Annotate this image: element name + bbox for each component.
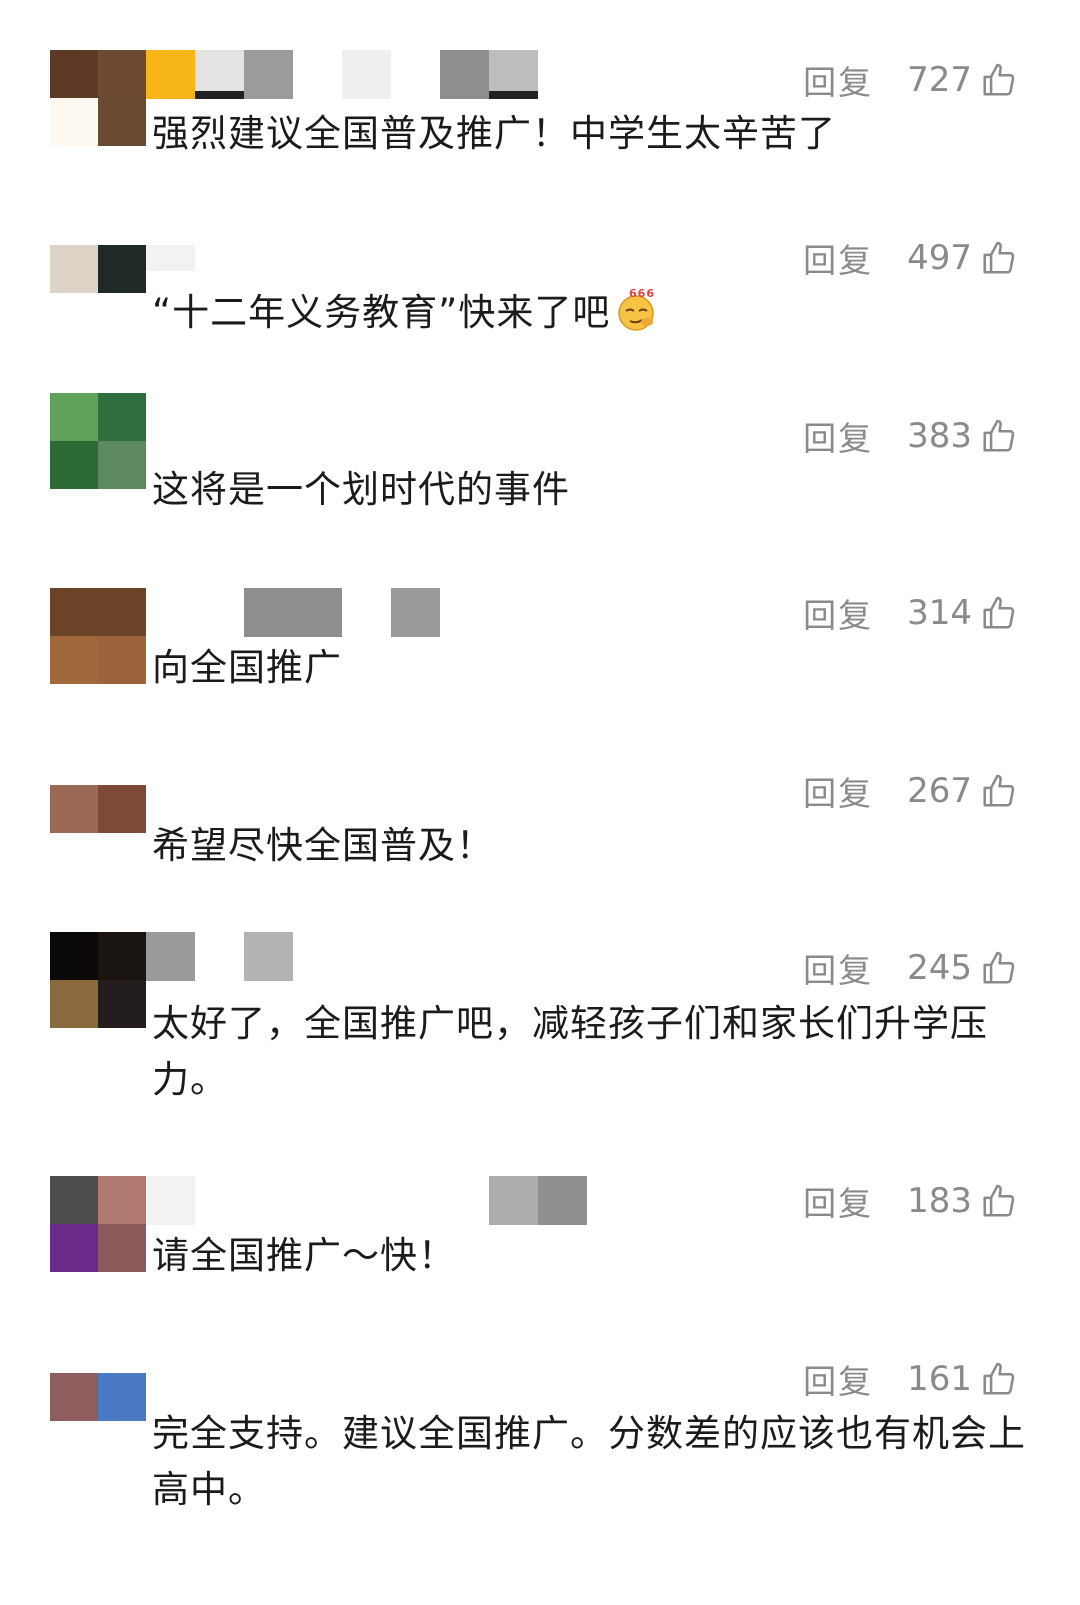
avatar[interactable] bbox=[50, 393, 146, 489]
reply-button[interactable]: 回复 bbox=[803, 234, 873, 282]
thumbs-up-icon[interactable] bbox=[980, 239, 1018, 277]
comment-text: 请全国推广～快！ bbox=[152, 1234, 456, 1277]
comment-text: 向全国推广 bbox=[152, 646, 342, 689]
like-count: 497 bbox=[907, 238, 972, 278]
thumbs-up-icon[interactable] bbox=[980, 1360, 1018, 1398]
comment-text: 太好了，全国推广吧，减轻孩子们和家长们升学压力。 bbox=[152, 1002, 988, 1101]
comment-text-row: “十二年义务教育”快来了吧 666 bbox=[152, 285, 1032, 341]
avatar[interactable] bbox=[50, 1176, 146, 1272]
comment-text: 这将是一个划时代的事件 bbox=[152, 468, 570, 511]
username-blurred[interactable] bbox=[146, 588, 440, 640]
comment-actions: 回复 314 bbox=[803, 593, 1018, 635]
thumbs-up-icon[interactable] bbox=[980, 594, 1018, 632]
comment-actions: 回复 183 bbox=[803, 1181, 1018, 1223]
avatar[interactable] bbox=[50, 932, 146, 1028]
username-blurred[interactable] bbox=[146, 932, 293, 984]
like-count: 727 bbox=[907, 60, 972, 100]
reply-button[interactable]: 回复 bbox=[803, 1177, 873, 1225]
comment-actions: 回复 727 bbox=[803, 60, 1018, 102]
avatar[interactable] bbox=[50, 50, 146, 146]
666-emoji-icon: 666 bbox=[612, 285, 656, 331]
comment-actions: 回复 267 bbox=[803, 771, 1018, 813]
username-blurred[interactable] bbox=[146, 1176, 587, 1228]
like-count: 267 bbox=[907, 771, 972, 811]
avatar[interactable] bbox=[50, 1373, 146, 1421]
thumbs-up-icon[interactable] bbox=[980, 772, 1018, 810]
username-blurred[interactable] bbox=[146, 50, 538, 102]
like-count: 161 bbox=[907, 1359, 972, 1399]
reply-button[interactable]: 回复 bbox=[803, 589, 873, 637]
like-count: 183 bbox=[907, 1181, 972, 1221]
avatar[interactable] bbox=[50, 785, 146, 833]
reply-button[interactable]: 回复 bbox=[803, 944, 873, 992]
avatar[interactable] bbox=[50, 588, 146, 684]
avatar[interactable] bbox=[50, 245, 146, 293]
comment-actions: 回复 383 bbox=[803, 416, 1018, 458]
reply-button[interactable]: 回复 bbox=[803, 56, 873, 104]
comment-actions: 回复 161 bbox=[803, 1359, 1018, 1401]
reply-button[interactable]: 回复 bbox=[803, 767, 873, 815]
comment-text: 强烈建议全国普及推广！中学生太辛苦了 bbox=[152, 112, 836, 155]
comment-actions: 回复 497 bbox=[803, 238, 1018, 280]
comment-text: 完全支持。建议全国推广。分数差的应该也有机会上高中。 bbox=[152, 1412, 1026, 1511]
like-count: 245 bbox=[907, 948, 972, 988]
thumbs-up-icon[interactable] bbox=[980, 61, 1018, 99]
thumbs-up-icon[interactable] bbox=[980, 949, 1018, 987]
reply-button[interactable]: 回复 bbox=[803, 412, 873, 460]
thumbs-up-icon[interactable] bbox=[980, 417, 1018, 455]
comment-text: “十二年义务教育”快来了吧 bbox=[152, 291, 611, 334]
comment-text: 希望尽快全国普及！ bbox=[152, 824, 494, 867]
reply-button[interactable]: 回复 bbox=[803, 1355, 873, 1403]
like-count: 383 bbox=[907, 416, 972, 456]
comment-actions: 回复 245 bbox=[803, 948, 1018, 990]
like-count: 314 bbox=[907, 593, 972, 633]
emoji-label: 666 bbox=[629, 287, 655, 300]
thumbs-up-icon[interactable] bbox=[980, 1182, 1018, 1220]
